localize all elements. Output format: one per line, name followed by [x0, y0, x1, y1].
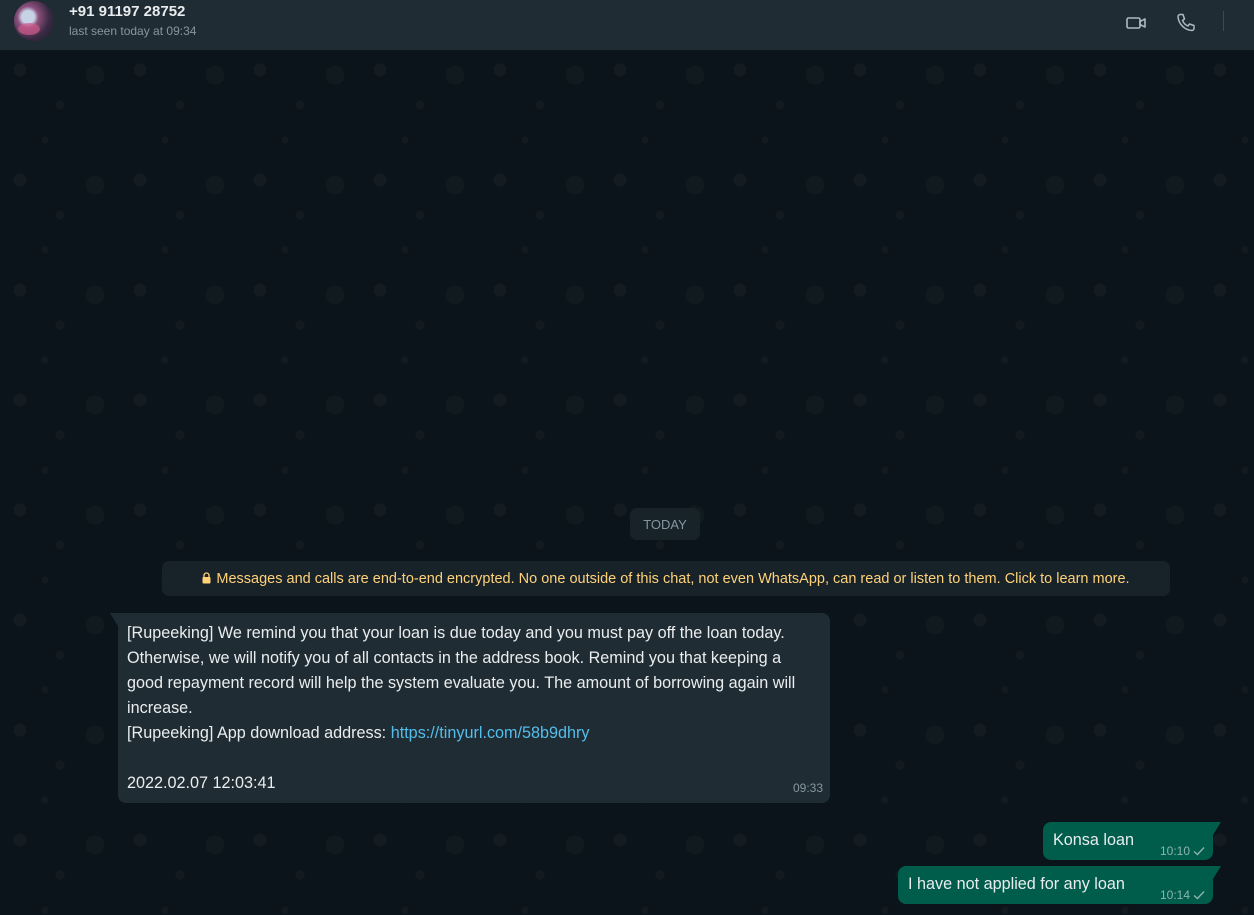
message-meta: 10:14: [1160, 888, 1205, 902]
download-prefix: [Rupeeking] App download address:: [127, 724, 391, 742]
contact-avatar[interactable]: [14, 1, 54, 41]
lock-icon: [202, 571, 211, 583]
message-time: 10:10: [1159, 844, 1190, 858]
video-call-icon[interactable]: [1123, 10, 1149, 36]
encryption-notice-text: Messages and calls are end-to-end encryp…: [216, 570, 1130, 587]
message-timestamp-line: 2022.02.07 12:03:41: [127, 774, 276, 792]
message-line-download: [Rupeeking] App download address: https:…: [127, 721, 820, 746]
message-line: Otherwise, we will notify you of all con…: [127, 649, 782, 667]
download-link[interactable]: https://tinyurl.com/58b9dhry: [391, 724, 590, 742]
header-divider: [1223, 11, 1224, 31]
chat-pane[interactable]: TODAY Messages and calls are end-to-end …: [0, 50, 1254, 915]
incoming-message[interactable]: [Rupeeking] We remind you that your loan…: [110, 613, 830, 803]
message-time: 09:33: [792, 781, 823, 795]
single-tick-icon: [1193, 891, 1205, 900]
message-text: I have not applied for any loan: [908, 875, 1125, 893]
voice-call-icon[interactable]: [1173, 10, 1199, 36]
single-tick-icon: [1193, 847, 1205, 856]
outgoing-message[interactable]: Konsa loan 10:10: [1043, 822, 1221, 860]
message-text: Konsa loan: [1053, 831, 1135, 849]
message-line: [Rupeeking] We remind you that your loan…: [127, 624, 785, 642]
last-seen-status: last seen today at 09:34: [69, 24, 197, 38]
outgoing-message[interactable]: I have not applied for any loan 10:14: [898, 866, 1221, 904]
encryption-notice[interactable]: Messages and calls are end-to-end encryp…: [162, 561, 1170, 596]
message-meta: 10:10: [1160, 844, 1205, 858]
message-time: 10:14: [1159, 888, 1190, 902]
date-divider: TODAY: [630, 508, 700, 540]
chat-header[interactable]: +91 91197 28752 last seen today at 09:34: [0, 0, 1254, 50]
message-line: good repayment record will help the syst…: [127, 674, 796, 692]
contact-name[interactable]: +91 91197 28752: [69, 3, 185, 20]
message-line: increase.: [127, 699, 193, 717]
